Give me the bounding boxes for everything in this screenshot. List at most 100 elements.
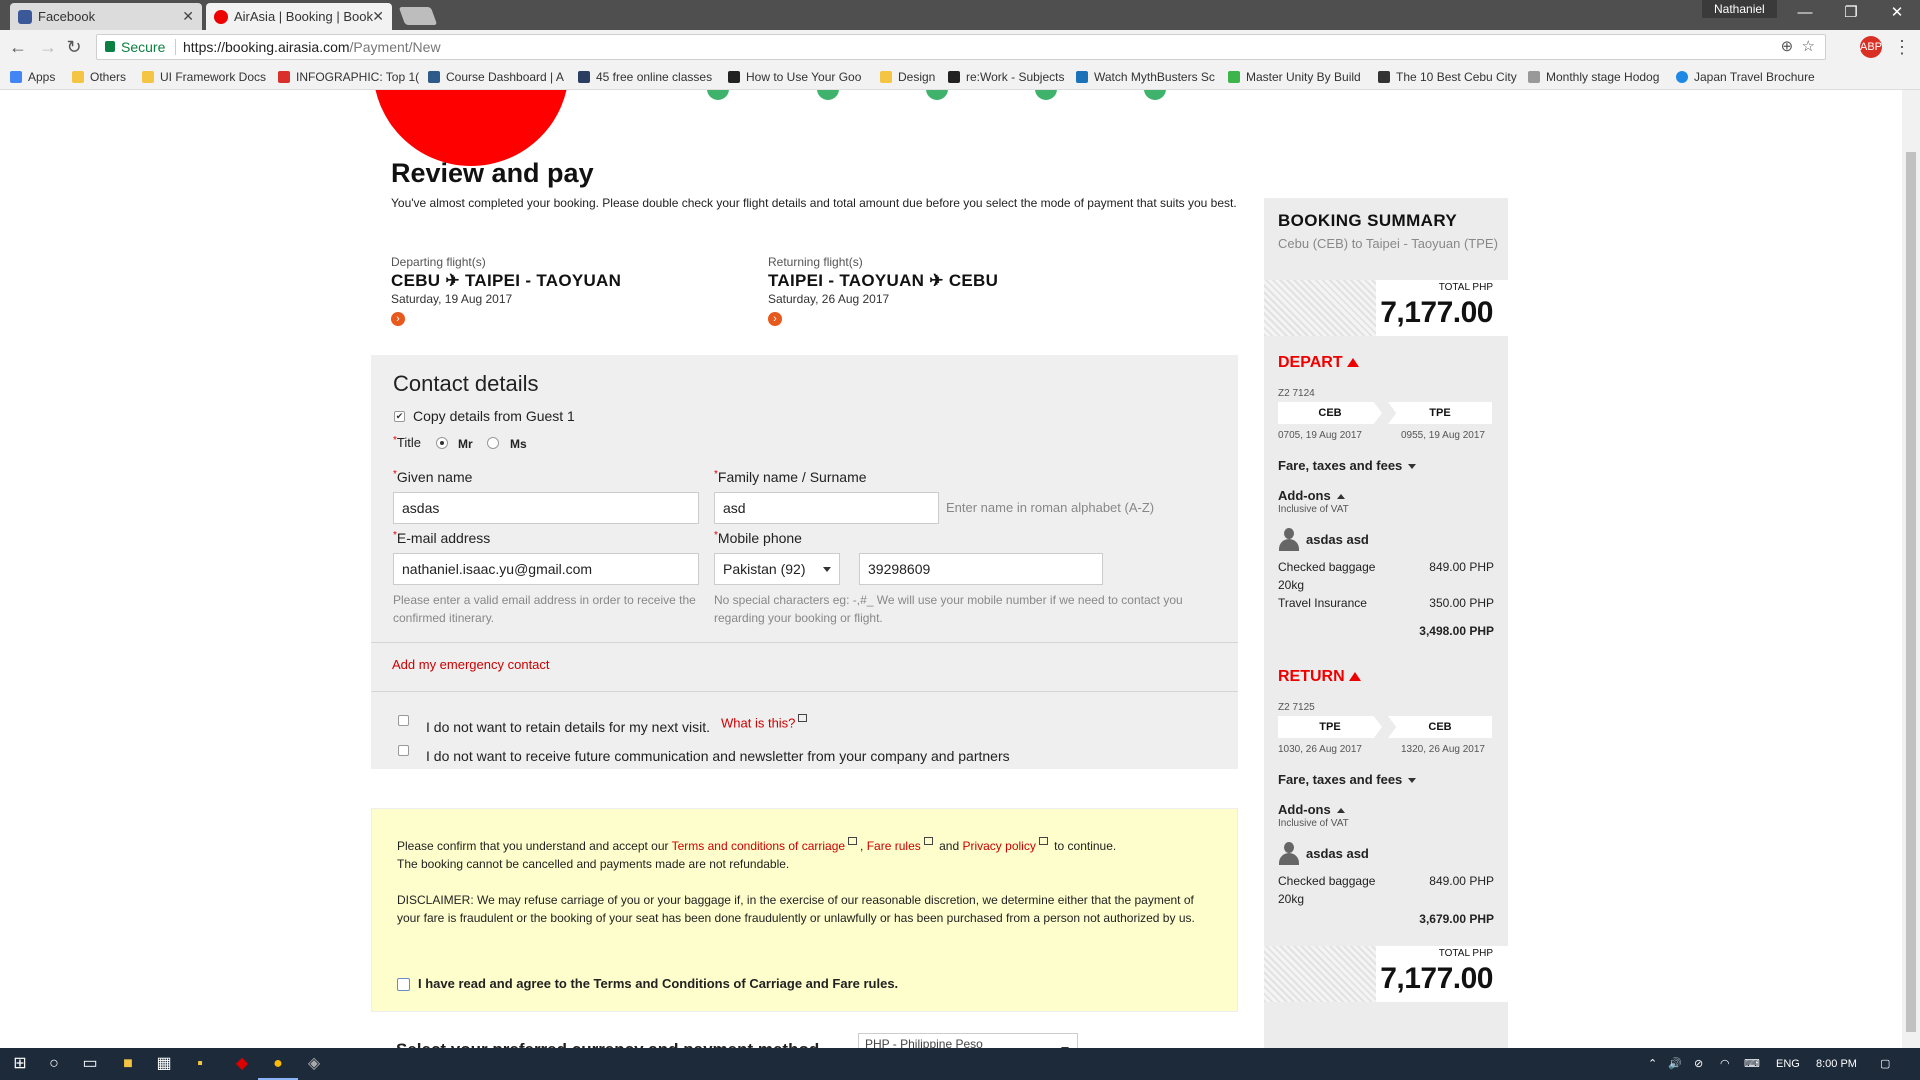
fare-rules-link[interactable]: Fare rules bbox=[867, 839, 921, 853]
agree-terms-checkbox[interactable] bbox=[397, 978, 410, 991]
currency-select[interactable]: PHP - Philippine Peso bbox=[858, 1033, 1078, 1048]
given-name-input[interactable]: asdas bbox=[393, 492, 699, 524]
tab-airasia[interactable]: AirAsia | Booking | Book ✕ bbox=[206, 3, 392, 30]
network-status-icon[interactable]: ⊘ bbox=[1694, 1048, 1703, 1080]
expand-flight-icon[interactable]: › bbox=[768, 312, 782, 326]
page-scrollbar[interactable] bbox=[1902, 90, 1920, 1048]
return-fare-toggle[interactable]: Fare, taxes and fees bbox=[1278, 772, 1417, 787]
reload-icon[interactable]: ↻ bbox=[62, 35, 86, 59]
menu-icon[interactable]: ⋮ bbox=[1890, 35, 1914, 59]
copy-details-checkbox[interactable]: ✔ bbox=[394, 411, 405, 422]
back-icon[interactable]: ← bbox=[6, 35, 30, 59]
bookmark-item[interactable]: The 10 Best Cebu City bbox=[1378, 64, 1517, 89]
terms-and-text: and bbox=[939, 839, 960, 853]
show-hidden-icons[interactable]: ⌃ bbox=[1648, 1048, 1657, 1080]
family-name-label: *Family name / Surname bbox=[714, 469, 867, 485]
wifi-icon[interactable]: ◠ bbox=[1720, 1048, 1730, 1080]
htg-icon bbox=[728, 71, 740, 83]
retain-details-checkbox[interactable] bbox=[398, 715, 409, 726]
unity-app-icon[interactable]: ◈ bbox=[294, 1048, 334, 1080]
terms-text: to continue. bbox=[1054, 839, 1117, 853]
search-icon[interactable]: ○ bbox=[34, 1048, 74, 1080]
close-tab-icon[interactable]: ✕ bbox=[372, 3, 384, 30]
scrollbar-thumb[interactable] bbox=[1906, 152, 1916, 1032]
bookmark-item[interactable]: UI Framework Docs bbox=[142, 64, 266, 89]
calendar-app-icon[interactable]: ▦ bbox=[144, 1048, 184, 1080]
file-explorer-icon[interactable]: ■ bbox=[108, 1048, 148, 1080]
clock[interactable]: 8:00 PM bbox=[1816, 1048, 1857, 1080]
route-from: CEBU bbox=[391, 271, 441, 290]
bookmark-item[interactable]: Monthly stage Hodog bbox=[1528, 64, 1659, 89]
phone-country-select[interactable]: Pakistan (92) bbox=[714, 553, 840, 585]
minimize-icon[interactable]: — bbox=[1782, 0, 1828, 28]
family-name-input[interactable]: asd bbox=[714, 492, 939, 524]
guest-avatar-icon bbox=[1278, 842, 1300, 866]
bookmark-item[interactable]: INFOGRAPHIC: Top 1( bbox=[278, 64, 419, 89]
plane-icon: ✈ bbox=[929, 271, 944, 290]
route-from: TAIPEI - TAOYUAN bbox=[768, 271, 925, 290]
external-link-icon bbox=[848, 837, 858, 845]
no-refund-text: The booking cannot be cancelled and paym… bbox=[397, 857, 790, 871]
bookmark-item[interactable]: How to Use Your Goo bbox=[728, 64, 861, 89]
depart-fare-toggle[interactable]: Fare, taxes and fees bbox=[1278, 458, 1417, 473]
newsletter-checkbox[interactable] bbox=[398, 745, 409, 756]
copy-details-label: Copy details from Guest 1 bbox=[413, 408, 575, 424]
expand-flight-icon[interactable]: › bbox=[391, 312, 405, 326]
divider bbox=[175, 39, 176, 55]
total-value: 7,177.00 bbox=[1380, 962, 1493, 995]
title-mr-radio[interactable] bbox=[436, 437, 448, 449]
bookmark-item[interactable]: Others bbox=[72, 64, 126, 89]
profile-button[interactable]: Nathaniel bbox=[1702, 0, 1777, 18]
external-link-icon bbox=[1038, 837, 1048, 845]
adblock-icon[interactable]: ABP bbox=[1860, 36, 1882, 58]
tab-facebook[interactable]: Facebook ✕ bbox=[10, 3, 202, 30]
bookmark-item[interactable]: Design bbox=[880, 64, 935, 89]
what-is-this-link[interactable]: What is this? bbox=[721, 714, 810, 730]
terms-link[interactable]: Terms and conditions of carriage bbox=[672, 839, 845, 853]
chrome-icon[interactable]: ● bbox=[258, 1048, 298, 1080]
depart-origin-time: 0705, 19 Aug 2017 bbox=[1278, 430, 1362, 441]
language-indicator[interactable]: ENG bbox=[1776, 1048, 1800, 1080]
omnibox-icons: ⊕ ☆ bbox=[1781, 35, 1815, 59]
cube-icon bbox=[1076, 71, 1088, 83]
phone-number-input[interactable]: 39298609 bbox=[859, 553, 1103, 585]
add-emergency-contact-link[interactable]: Add my emergency contact bbox=[392, 657, 550, 672]
new-tab-button[interactable] bbox=[398, 7, 438, 25]
address-bar[interactable]: Secure https://booking.airasia.com/Payme… bbox=[96, 34, 1826, 60]
task-view-icon[interactable]: ▭ bbox=[70, 1048, 110, 1080]
bookmark-item[interactable]: Master Unity By Build bbox=[1228, 64, 1361, 89]
bookmark-item[interactable]: Japan Travel Brochure bbox=[1676, 64, 1815, 89]
restore-icon[interactable]: ❐ bbox=[1828, 0, 1874, 28]
bookmark-item[interactable]: re:Work - Subjects bbox=[948, 64, 1064, 89]
bookmark-item[interactable]: Apps bbox=[10, 64, 56, 89]
sticky-notes-icon[interactable]: ▪ bbox=[180, 1048, 220, 1080]
return-addons-toggle[interactable]: Add-ons bbox=[1278, 802, 1345, 817]
close-tab-icon[interactable]: ✕ bbox=[182, 3, 194, 30]
external-link-icon bbox=[923, 837, 933, 845]
translate-icon[interactable]: ⊕ bbox=[1781, 38, 1794, 55]
addon-name: Checked baggage 20kg bbox=[1278, 560, 1376, 592]
bookmark-label: Apps bbox=[28, 70, 56, 84]
depart-section-toggle[interactable]: DEPART bbox=[1278, 354, 1359, 372]
title-ms-radio[interactable] bbox=[487, 437, 499, 449]
bookmark-star-icon[interactable]: ☆ bbox=[1802, 38, 1815, 55]
depart-destination: TPE bbox=[1388, 402, 1492, 424]
bookmark-item[interactable]: Course Dashboard | A bbox=[428, 64, 564, 89]
departing-route: CEBU ✈ TAIPEI - TAOYUAN bbox=[391, 271, 621, 291]
retain-details-label: I do not want to retain details for my n… bbox=[426, 719, 711, 735]
depart-addons-toggle[interactable]: Add-ons bbox=[1278, 488, 1345, 503]
return-section-toggle[interactable]: RETURN bbox=[1278, 668, 1361, 686]
keyboard-icon[interactable]: ⌨ bbox=[1744, 1048, 1760, 1080]
game-app-icon[interactable]: ◆ bbox=[222, 1048, 262, 1080]
notifications-icon[interactable]: ▢ bbox=[1880, 1048, 1890, 1080]
tab-strip: Facebook ✕ AirAsia | Booking | Book ✕ Na… bbox=[0, 0, 1920, 30]
bookmark-item[interactable]: Watch MythBusters Sc bbox=[1076, 64, 1215, 89]
windows-taskbar: ⊞ ○ ▭ ■ ▦ ▪ ◆ ● ◈ ⌃ 🔊 ⊘ ◠ ⌨ ENG 8:00 PM … bbox=[0, 1048, 1920, 1080]
email-input[interactable]: nathaniel.isaac.yu@gmail.com bbox=[393, 553, 699, 585]
bookmark-item[interactable]: 45 free online classes bbox=[578, 64, 712, 89]
privacy-policy-link[interactable]: Privacy policy bbox=[962, 839, 1035, 853]
close-window-icon[interactable]: ✕ bbox=[1874, 0, 1920, 28]
volume-icon[interactable]: 🔊 bbox=[1668, 1048, 1682, 1080]
forward-icon[interactable]: → bbox=[36, 35, 60, 59]
route-to: CEBU bbox=[948, 271, 999, 290]
